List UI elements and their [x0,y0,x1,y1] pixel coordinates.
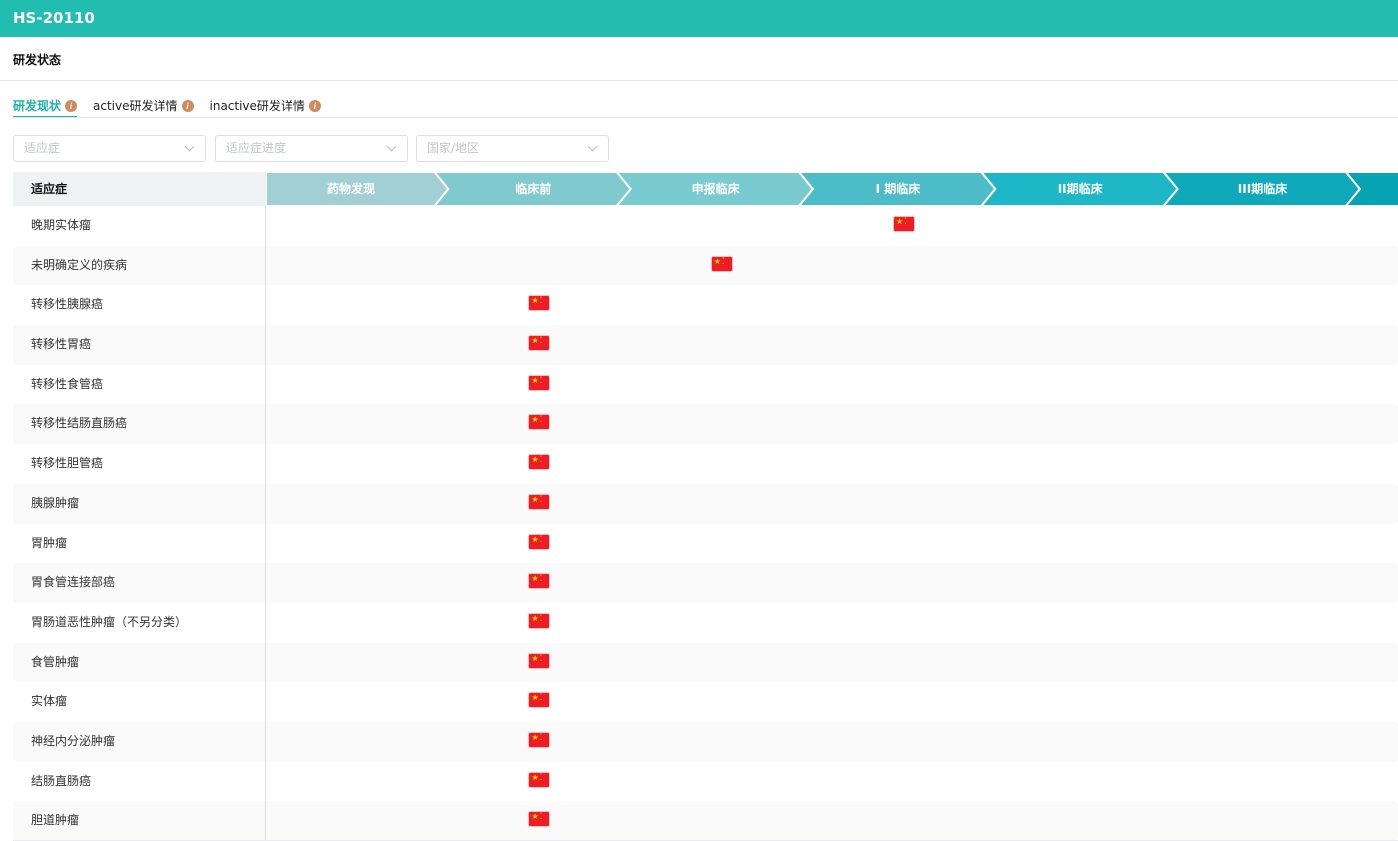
china-flag-icon[interactable] [528,493,551,510]
app-header: HS-20110 [0,0,1398,37]
table-row: 胰腺肿瘤 [13,483,1398,524]
info-icon[interactable]: i [181,99,194,112]
drug-title: HS-20110 [13,9,95,27]
china-flag-icon[interactable] [528,652,551,669]
table-row: 转移性食管癌 [13,365,1398,405]
china-flag-icon[interactable] [528,374,551,391]
indication-name: 食管肿瘤 [31,654,80,669]
table-row: 结肠直肠癌 [13,762,1398,802]
table-row: 胃肠道恶性肿瘤（不另分类） [13,603,1398,643]
table-row: 转移性胃癌 [13,325,1398,365]
indication-name: 晚期实体瘤 [31,218,92,232]
china-flag-icon[interactable] [528,771,551,788]
tab-label: 研发现状 [13,99,62,113]
china-flag-icon[interactable] [893,216,916,232]
select-placeholder: 适应症 [24,141,61,155]
indication-name: 实体瘤 [31,694,68,709]
stage-label: 临床前 [515,182,552,196]
pipeline-table: 晚期实体瘤未明确定义的疾病转移性胰腺癌转移性胃癌转移性食管癌转移性结肠直肠癌转移… [13,206,1398,841]
china-flag-icon[interactable] [710,255,733,272]
indication-name: 胰腺肿瘤 [31,495,80,510]
info-icon[interactable]: i [308,99,321,112]
stage-label: I 期临床 [875,182,921,196]
section-title: 研发状态 [13,53,62,67]
table-row: 实体瘤 [13,682,1398,722]
china-flag-icon[interactable] [528,692,551,709]
chevron-down-icon [184,141,195,152]
china-flag-icon[interactable] [528,295,551,312]
table-row: 转移性结肠直肠癌 [13,404,1398,445]
stage-label: III期临床 [1237,182,1288,196]
indication-name: 转移性结肠直肠癌 [31,416,128,431]
stage-label: 申报临床 [691,182,740,196]
table-row: 胃食管连接部癌 [13,563,1398,603]
table-row: 未明确定义的疾病 [13,245,1398,286]
table-row: 神经内分泌肿瘤 [13,721,1398,762]
select-placeholder: 适应症进度 [226,141,287,155]
indication-select[interactable]: 适应症 [13,135,206,162]
china-flag-icon[interactable] [528,731,551,748]
china-flag-icon[interactable] [528,533,551,550]
china-flag-icon[interactable] [528,454,551,471]
indication-name: 转移性胃癌 [31,337,92,352]
indication-name: 未明确定义的疾病 [31,257,128,272]
indication-progress-select[interactable]: 适应症进度 [215,135,408,162]
indication-name: 转移性食管癌 [31,376,104,391]
table-row: 晚期实体瘤 [13,206,1398,246]
indication-column-header: 适应症 [13,172,266,206]
indication-name: 胆道肿瘤 [31,813,80,828]
china-flag-icon[interactable] [528,573,551,590]
indication-name: 转移性胆管癌 [31,456,104,471]
indication-name: 胃食管连接部癌 [31,575,116,590]
table-row: 胃肿瘤 [13,524,1398,564]
indication-name: 胃肠道恶性肿瘤（不另分类） [31,614,188,629]
stage-label: 药物发现 [326,182,375,196]
chevron-down-icon [587,141,598,152]
table-row: 食管肿瘤 [13,642,1398,683]
tab-label: inactive研发详情 [209,99,305,113]
country-region-select[interactable]: 国家/地区 [416,135,609,162]
indication-name: 神经内分泌肿瘤 [31,733,116,748]
info-icon[interactable]: i [65,99,78,112]
table-row: 胆道肿瘤 [13,801,1398,841]
indication-name: 结肠直肠癌 [31,773,92,788]
tab-bar: 研发现状 i active研发详情 i inactive研发详情 i [13,94,337,118]
stage-header: 药物发现 临床前 申报临床 I 期临床 II期临床 III期临床 [265,171,1398,207]
china-flag-icon[interactable] [528,612,551,629]
table-row: 转移性胰腺癌 [13,285,1398,325]
china-flag-icon[interactable] [528,414,551,431]
divider [13,117,1398,118]
indication-name: 转移性胰腺癌 [31,297,104,312]
tab-active-details[interactable]: active研发详情 i [93,94,194,117]
china-flag-icon[interactable] [528,335,551,352]
column-divider [265,206,266,840]
tab-inactive-details[interactable]: inactive研发详情 i [210,94,321,117]
china-flag-icon[interactable] [528,811,551,828]
chevron-down-icon [386,141,397,152]
stage-label: II期临床 [1057,182,1103,196]
tab-label: active研发详情 [93,99,178,113]
table-row: 转移性胆管癌 [13,444,1398,484]
divider [0,80,1398,81]
indication-name: 胃肿瘤 [31,535,68,550]
select-placeholder: 国家/地区 [427,141,480,155]
tab-status[interactable]: 研发现状 i [13,94,78,118]
